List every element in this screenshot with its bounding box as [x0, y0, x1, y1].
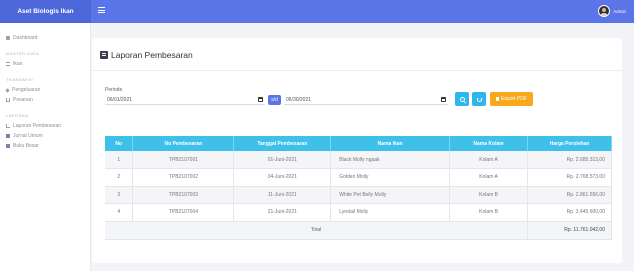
- sidebar-section-transaksi: TRANSAKSI: [6, 77, 34, 82]
- header-nama-kolam[interactable]: Nama Kolam: [449, 136, 529, 151]
- export-pdf-button[interactable]: Export PDF: [490, 92, 533, 106]
- table-row: 3 TPB2107003 11-Juni-2021 White Pet Bell…: [105, 186, 612, 204]
- cell-nama-ikan: Golden Molly: [330, 168, 451, 187]
- sidebar-section-master: MASTER DATA: [6, 51, 40, 56]
- refresh-button[interactable]: [472, 92, 486, 106]
- search-icon: [459, 96, 465, 102]
- sidebar-item-label: Jurnal Umum: [13, 133, 43, 139]
- cell-no-pembesaran: TPB2107003: [132, 186, 235, 204]
- brand-logo[interactable]: Aset Biologis Ikan: [0, 0, 91, 23]
- list-icon: [6, 62, 10, 66]
- avatar[interactable]: [598, 5, 611, 17]
- cell-nama-ikan: Lyretail Molly: [330, 203, 451, 222]
- export-pdf-label: Export PDF: [501, 96, 527, 102]
- cell-tanggal: 21-Juni-2021: [233, 203, 332, 222]
- cell-nama-ikan: Black Molly ngaak: [330, 151, 451, 169]
- sidebar-item-label: Pesanan: [13, 97, 33, 103]
- sidebar-item-label: Dashboard: [13, 35, 38, 41]
- report-card: Laporan Pembesaran Periode 06/01/2021 s/…: [92, 38, 622, 263]
- cell-nama-kolam: Kolam B: [449, 203, 529, 222]
- cell-no: 4: [105, 203, 134, 222]
- divider: [92, 70, 622, 71]
- sidebar-item-pesanan[interactable]: Pesanan: [0, 95, 90, 105]
- refresh-icon: [476, 96, 482, 102]
- header-nama-ikan[interactable]: Nama Ikan: [330, 136, 451, 151]
- top-navbar: Aset Biologis Ikan Admin: [0, 0, 634, 23]
- sidebar-item-laporan-pembesaran[interactable]: Laporan Pembesaran: [0, 121, 90, 131]
- cell-tanggal: 01-Juni-2021: [233, 151, 332, 169]
- sidebar-item-buku-besar[interactable]: Buku Besar: [0, 141, 90, 151]
- table-total-row: Total Rp. 11.761.042,00: [105, 221, 612, 240]
- sidebar-item-label: Ikan: [13, 61, 23, 67]
- report-table: No No Pembesaran Tanggal Pembesaran Nama…: [105, 136, 612, 240]
- end-date-value: 06/30/2021: [286, 96, 312, 103]
- total-label: Total: [105, 221, 529, 240]
- sidebar-item-jurnal-umum[interactable]: Jurnal Umum: [0, 131, 90, 141]
- sidebar-item-ikan[interactable]: Ikan: [0, 59, 90, 69]
- cell-tanggal: 11-Juni-2021: [233, 186, 332, 204]
- cell-no: 3: [105, 186, 134, 204]
- start-date-value: 06/01/2021: [107, 96, 133, 103]
- cell-no-pembesaran: TPB2107004: [132, 203, 235, 222]
- cell-nama-kolam: Kolam B: [449, 186, 529, 204]
- periode-label: Periode: [105, 87, 123, 93]
- report-icon: [100, 51, 108, 59]
- calendar-icon[interactable]: [441, 97, 446, 102]
- user-name[interactable]: Admin: [613, 9, 626, 14]
- file-icon: [496, 97, 500, 101]
- header-harga[interactable]: Harga Perolehan: [527, 136, 612, 151]
- cell-harga: Rp. 2.861.556,00: [527, 186, 612, 204]
- header-tanggal[interactable]: Tanggal Pembesaran: [233, 136, 332, 151]
- cell-no-pembesaran: TPB2107001: [132, 151, 235, 169]
- cell-harga: Rp. 2.685.313,00: [527, 151, 612, 169]
- ledger-icon: [6, 144, 10, 148]
- sidebar-item-dashboard[interactable]: Dashboard: [0, 33, 90, 43]
- book-icon: [6, 134, 10, 138]
- header-no[interactable]: No: [105, 136, 134, 151]
- cell-harga: Rp. 2.768.573,00: [527, 168, 612, 187]
- calendar-icon[interactable]: [258, 97, 263, 102]
- cell-nama-ikan: White Pet Belly Molly: [330, 186, 451, 204]
- cell-nama-kolam: Kolam A: [449, 151, 529, 169]
- page-title-text: Laporan Pembesaran: [111, 50, 193, 60]
- cell-no-pembesaran: TPB2107002: [132, 168, 235, 187]
- cell-nama-kolam: Kolam A: [449, 168, 529, 187]
- cell-no: 2: [105, 168, 134, 187]
- table-row: 4 TPB2107004 21-Juni-2021 Lyretail Molly…: [105, 203, 612, 222]
- date-range-separator: s/d: [268, 95, 281, 105]
- cart-icon: [6, 98, 10, 102]
- sidebar-section-laporan: LAPORAN: [6, 113, 29, 118]
- dashboard-icon: [6, 36, 10, 40]
- table-row: 1 TPB2107001 01-Juni-2021 Black Molly ng…: [105, 151, 612, 169]
- search-button[interactable]: [455, 92, 469, 106]
- chart-icon: [6, 124, 10, 128]
- user-menu[interactable]: Admin: [598, 5, 626, 17]
- sidebar-item-label: Laporan Pembesaran: [13, 123, 62, 129]
- cell-tanggal: 04-Juni-2021: [233, 168, 332, 187]
- hamburger-menu-icon[interactable]: [98, 7, 105, 13]
- total-value: Rp. 11.761.042,00: [527, 221, 612, 240]
- sidebar: Dashboard MASTER DATA Ikan TRANSAKSI Pen…: [0, 23, 91, 271]
- cell-harga: Rp. 3.445.600,00: [527, 203, 612, 222]
- sidebar-item-label: Buku Besar: [13, 143, 39, 149]
- sidebar-item-label: Pengeluaran: [12, 87, 41, 93]
- start-date-input[interactable]: 06/01/2021: [105, 95, 265, 105]
- page-title: Laporan Pembesaran: [100, 50, 193, 60]
- sidebar-item-pengeluaran[interactable]: Pengeluaran: [0, 85, 90, 95]
- table-row: 2 TPB2107002 04-Juni-2021 Golden Molly K…: [105, 168, 612, 187]
- tag-icon: [5, 87, 10, 93]
- header-no-pembesaran[interactable]: No Pembesaran: [132, 136, 235, 151]
- cell-no: 1: [105, 151, 134, 169]
- end-date-input[interactable]: 06/30/2021: [284, 95, 448, 105]
- table-header-row: No No Pembesaran Tanggal Pembesaran Nama…: [105, 136, 612, 151]
